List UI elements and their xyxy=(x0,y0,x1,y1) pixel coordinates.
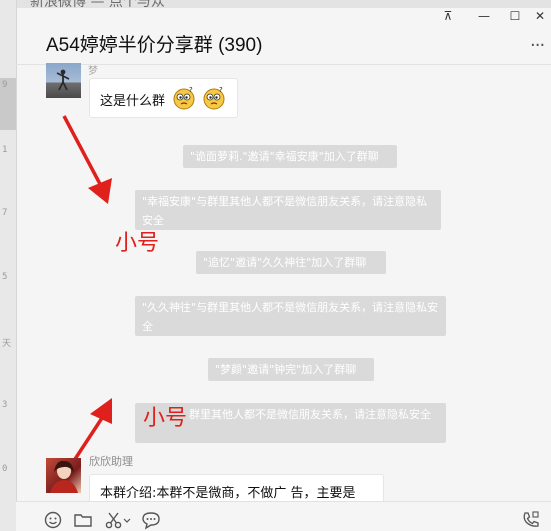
person-photo-icon xyxy=(50,460,78,493)
chat-bubble-icon[interactable] xyxy=(141,510,161,530)
maximize-button[interactable]: ☐ xyxy=(504,7,526,25)
system-notice: "诡面萝莉."邀请"幸福安康"加入了群聊 xyxy=(183,145,397,168)
list-hint: 7 xyxy=(2,208,8,218)
pin-button[interactable]: ⊼ xyxy=(437,7,459,25)
sender-name: 梦 xyxy=(88,66,98,77)
list-hint: 3 xyxy=(2,400,8,410)
message-text: 这是什么群 xyxy=(100,94,166,109)
list-hint: 0 xyxy=(2,464,8,474)
more-options-button[interactable]: ··· xyxy=(530,35,545,56)
confused-emoji-icon: ? xyxy=(173,86,195,110)
system-notice: "幸福安康"与群里其他人都不是微信朋友关系，请注意隐私安全 xyxy=(135,190,441,230)
red-arrow-icon xyxy=(62,115,112,204)
list-hint: 9 xyxy=(2,80,8,90)
chat-title: A54婷婷半价分享群 (390) xyxy=(46,35,263,56)
avatar[interactable] xyxy=(46,63,81,98)
confused-emoji-icon: ? xyxy=(203,86,225,110)
background-window-strip: 新浪微博 — 点个与众 xyxy=(0,0,551,8)
list-hint: 天 xyxy=(2,339,12,349)
close-button[interactable]: ✕ xyxy=(529,7,551,25)
avatar[interactable] xyxy=(46,458,81,493)
svg-text:?: ? xyxy=(219,86,223,94)
input-toolbar xyxy=(16,502,551,531)
annotation-label: 小号 xyxy=(143,406,188,431)
scissors-icon[interactable] xyxy=(104,510,132,530)
list-hint: 1 xyxy=(2,145,8,155)
svg-text:?: ? xyxy=(189,86,193,94)
system-notice: "追忆"邀请"久久神往"加入了群聊 xyxy=(196,251,386,274)
minimize-button[interactable]: — xyxy=(473,7,495,25)
annotation-label: 小号 xyxy=(115,231,160,256)
video-call-icon[interactable] xyxy=(521,510,541,530)
wechat-group-chat-window: 新浪微博 — 点个与众 9 1 7 5 天 3 0 ⊼ — ☐ ✕ A54婷婷半… xyxy=(0,0,551,531)
message-text: 本群介绍:本群不是微商，不做广 告，主要是 xyxy=(100,486,356,501)
person-silhouette-icon xyxy=(56,69,70,91)
background-text: 新浪微博 — 点个与众 xyxy=(30,0,165,8)
chat-list-edge: 9 1 7 5 天 3 0 xyxy=(0,0,17,531)
list-hint: 5 xyxy=(2,272,8,282)
system-notice: "久久神往"与群里其他人都不是微信朋友关系，请注意隐私安全 xyxy=(135,296,446,336)
folder-icon[interactable] xyxy=(73,510,93,530)
emoji-icon[interactable] xyxy=(43,510,63,530)
sender-name: 欣欣助理 xyxy=(89,455,133,468)
system-notice: "梦颜"邀请"钟完"加入了群聊 xyxy=(208,358,374,381)
